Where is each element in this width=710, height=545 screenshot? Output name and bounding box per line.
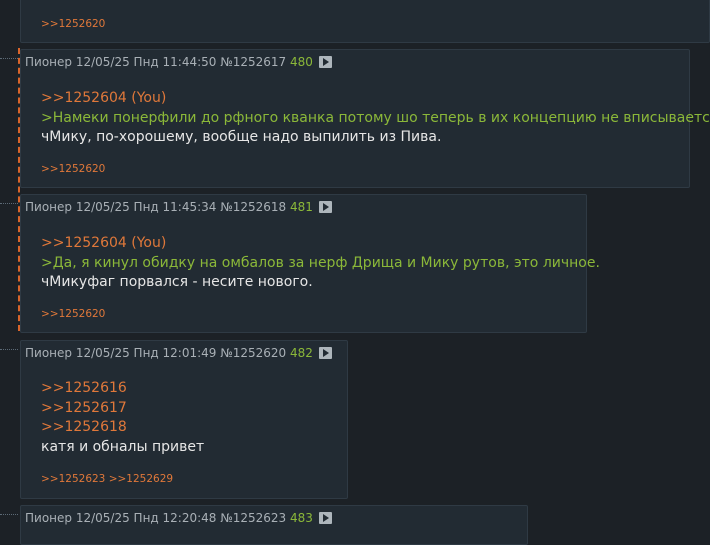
post-date: 12/05/25 Пнд 12:01:49 xyxy=(75,346,217,360)
post-1252623: Пионер 12/05/25 Пнд 12:20:48 №1252623 48… xyxy=(20,505,528,545)
post-1252616-partial: >>1252620 xyxy=(20,0,710,43)
play-icon[interactable] xyxy=(318,347,332,359)
post-author: Пионер xyxy=(25,511,73,525)
post-header: Пионер 12/05/25 Пнд 12:20:48 №1252623 48… xyxy=(25,511,332,525)
reply-link[interactable]: >>1252618 xyxy=(41,418,204,438)
post-connector xyxy=(0,58,18,59)
post-number: 483 xyxy=(290,511,313,525)
post-number: 480 xyxy=(290,55,313,69)
post-date: 12/05/25 Пнд 12:20:48 xyxy=(75,511,217,525)
post-text: катя и обналы привет xyxy=(41,438,205,455)
reply-link[interactable]: >>1252604 (You) xyxy=(41,234,600,254)
post-body: >>1252604 (You) >Да, я кинул обидку на о… xyxy=(41,234,600,293)
post-author: Пионер xyxy=(25,200,73,214)
post-1252618: Пионер 12/05/25 Пнд 11:45:34 №1252618 48… xyxy=(20,194,600,333)
play-icon[interactable] xyxy=(318,201,332,213)
play-icon[interactable] xyxy=(318,512,332,524)
greentext-quote: >Да, я кинул обидку на омбалов за нерф Д… xyxy=(41,254,600,271)
post-header: Пионер 12/05/25 Пнд 11:44:50 №1252617 48… xyxy=(25,55,332,69)
post-id[interactable]: №1252617 xyxy=(220,55,286,69)
post-replies[interactable]: >>1252620 xyxy=(41,18,105,30)
post-1252617: Пионер 12/05/25 Пнд 11:44:50 №1252617 48… xyxy=(20,49,710,188)
play-icon[interactable] xyxy=(318,56,332,68)
post-id[interactable]: №1252620 xyxy=(220,346,286,360)
post-header: Пионер 12/05/25 Пнд 11:45:34 №1252618 48… xyxy=(25,200,332,214)
post-body: >>1252604 (You) >Намеки понерфили до рфн… xyxy=(41,89,710,148)
post-author: Пионер xyxy=(25,346,73,360)
post-header: Пионер 12/05/25 Пнд 12:01:49 №1252620 48… xyxy=(25,346,332,360)
greentext-quote: >Намеки понерфили до рфного кванка потом… xyxy=(41,109,710,126)
post-1252620: Пионер 12/05/25 Пнд 12:01:49 №1252620 48… xyxy=(20,340,348,499)
post-connector xyxy=(0,203,18,204)
post-date: 12/05/25 Пнд 11:45:34 xyxy=(75,200,217,214)
post-text: чМикуфаг порвался - несите нового. xyxy=(41,274,313,290)
reply-link[interactable]: >>1252604 (You) xyxy=(41,89,710,109)
post-number: 481 xyxy=(290,200,313,214)
post-connector xyxy=(0,349,18,350)
post-replies[interactable]: >>1252623 >>1252629 xyxy=(41,473,173,485)
post-replies[interactable]: >>1252620 xyxy=(41,308,105,320)
post-connector xyxy=(0,514,18,515)
post-number: 482 xyxy=(290,346,313,360)
reply-link[interactable]: >>1252616 xyxy=(41,379,204,399)
post-replies[interactable]: >>1252620 xyxy=(41,163,105,175)
post-text: чМику, по-хорошему, вообще надо выпилить… xyxy=(41,129,442,145)
post-body: >>1252616 >>1252617 >>1252618 катя и обн… xyxy=(41,379,204,457)
post-date: 12/05/25 Пнд 11:44:50 xyxy=(75,55,217,69)
reply-link[interactable]: >>1252617 xyxy=(41,399,204,419)
post-id[interactable]: №1252623 xyxy=(220,511,286,525)
post-author: Пионер xyxy=(25,55,73,69)
post-id[interactable]: №1252618 xyxy=(220,200,286,214)
